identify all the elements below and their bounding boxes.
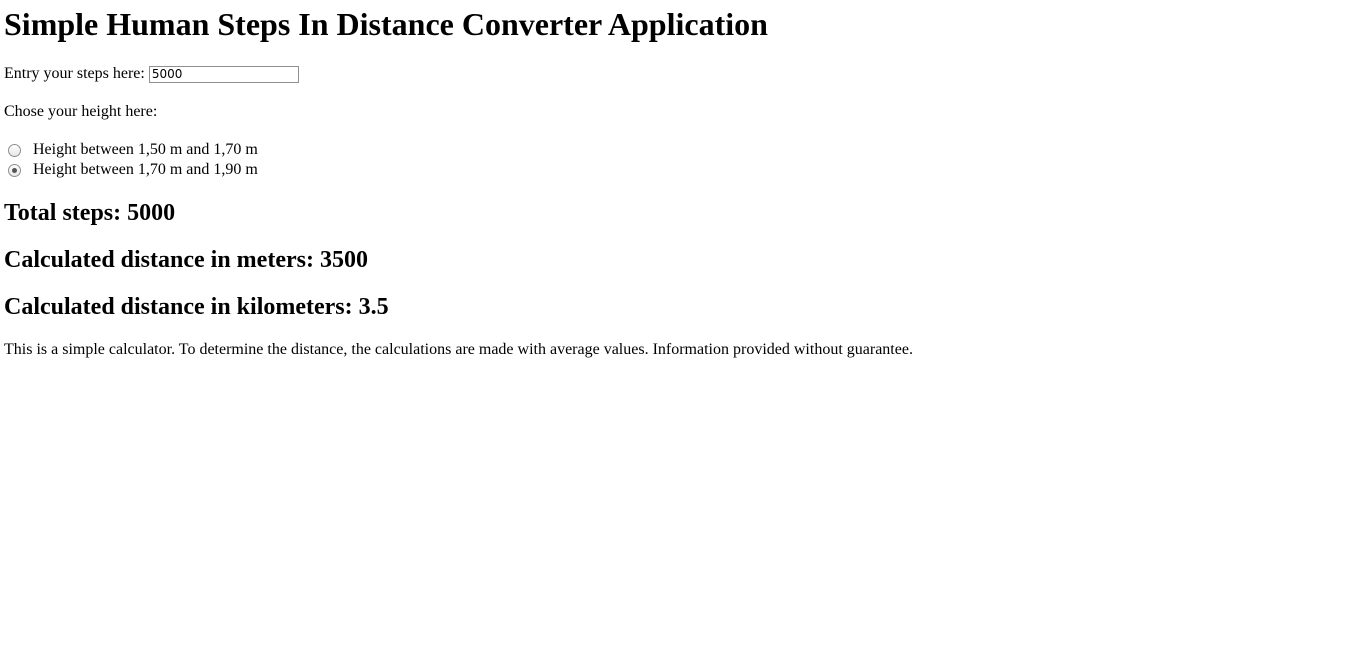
distance-meters-heading: Calculated distance in meters: 3500 [4,246,368,274]
height-option-170-190[interactable]: Height between 1,70 m and 1,90 m [4,161,258,179]
distance-meters-label: Calculated distance in meters: [4,247,314,273]
distance-km-value: 3.5 [358,294,389,320]
total-steps-heading: Total steps: 5000 [4,199,175,227]
height-option-150-170[interactable]: Height between 1,50 m and 1,70 m [4,141,258,159]
page-title: Simple Human Steps In Distance Converter… [4,6,768,42]
distance-km-heading: Calculated distance in kilometers: 3.5 [4,293,389,321]
distance-km-label: Calculated distance in kilometers: [4,294,353,320]
distance-meters-value: 3500 [319,247,368,273]
height-label: Chose your height here: [4,103,158,120]
total-steps-label: Total steps: [4,200,122,226]
disclaimer-text: This is a simple calculator. To determin… [4,341,913,358]
radio-button-height-170-190[interactable] [8,163,21,177]
height-option-label: Height between 1,50 m and 1,70 m [33,141,258,158]
steps-row: Entry your steps here: [4,65,299,83]
steps-label: Entry your steps here: [4,65,145,82]
radio-button-height-150-170[interactable] [8,143,21,157]
steps-input[interactable] [148,65,299,83]
height-option-label: Height between 1,70 m and 1,90 m [33,161,258,178]
total-steps-value: 5000 [127,200,176,226]
